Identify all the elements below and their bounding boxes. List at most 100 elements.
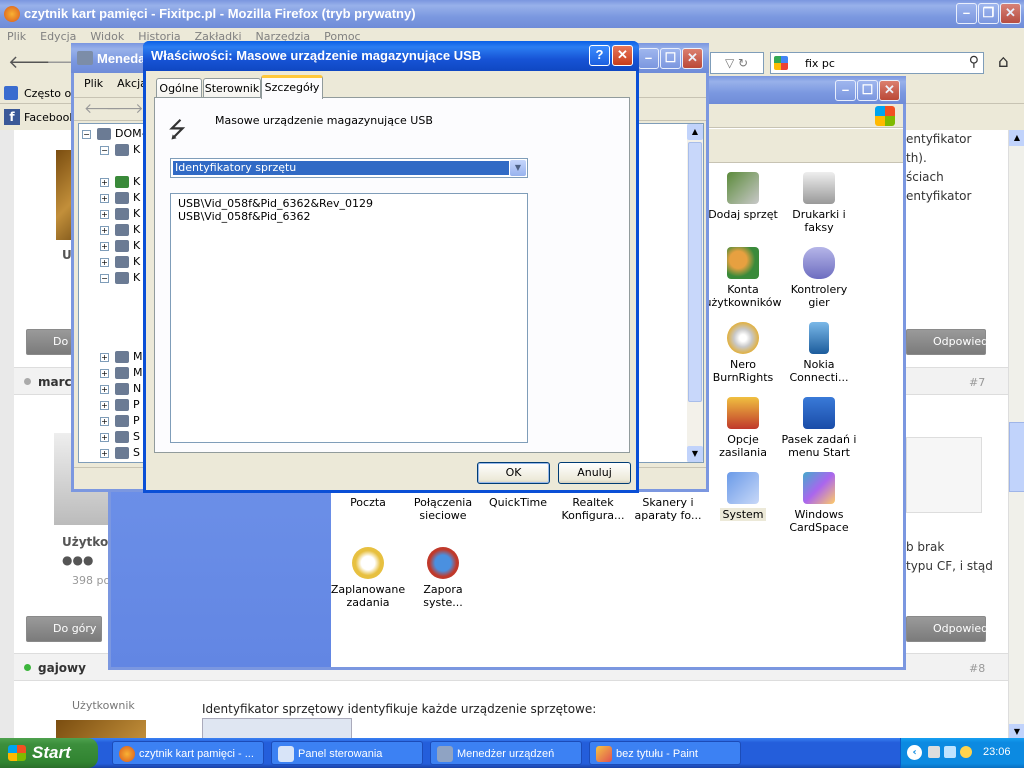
post8-user[interactable]: gajowy xyxy=(38,661,86,675)
cp-item-system[interactable]: System xyxy=(704,472,782,521)
tree-item[interactable]: + M xyxy=(100,350,143,363)
cp-item-nero[interactable]: Nero BurnRights xyxy=(704,322,782,384)
cp-item-printers[interactable]: Drukarki i faksy xyxy=(780,172,858,234)
tree-root[interactable]: − DOM- xyxy=(82,127,146,140)
devmgr-menu-file[interactable]: Plik xyxy=(84,77,103,90)
chevron-down-icon[interactable]: ▼ xyxy=(510,160,526,176)
devmgr-close-button[interactable]: ✕ xyxy=(682,48,703,69)
task-controlpanel[interactable]: Panel sterowania xyxy=(271,741,423,765)
bookmark-icon xyxy=(4,86,18,100)
cp-item-user-accounts[interactable]: Konta użytkowników xyxy=(704,247,782,309)
top-button-2[interactable]: Do góry xyxy=(26,616,102,642)
post8-number[interactable]: #8 xyxy=(969,662,985,675)
devmgr-scroll-down-icon[interactable]: ▼ xyxy=(687,446,703,462)
firefox-minimize-button[interactable]: – xyxy=(956,3,977,24)
menu-file[interactable]: Plik xyxy=(7,30,26,43)
cp-item-game-controllers[interactable]: Kontrolery gier xyxy=(780,247,858,309)
top-button-1[interactable]: Do g xyxy=(26,329,72,372)
value-row[interactable]: USB\Vid_058f&Pid_6362 xyxy=(178,210,520,223)
search-box[interactable]: fix pc ⚲ xyxy=(770,52,984,74)
bookmark-facebook[interactable]: Facebook xyxy=(24,111,76,124)
cp-minimize-button[interactable]: – xyxy=(835,80,856,101)
tray-volume-icon[interactable] xyxy=(960,746,972,758)
devmgr-scroll-up-icon[interactable]: ▲ xyxy=(687,124,703,140)
menu-edit[interactable]: Edycja xyxy=(40,30,76,43)
power-icon xyxy=(727,397,759,429)
devmgr-icon xyxy=(437,746,453,762)
property-select[interactable]: Identyfikatory sprzętu ▼ xyxy=(170,158,528,178)
task-firefox[interactable]: czytnik kart pamięci - ... xyxy=(112,741,264,765)
tray-paint-icon[interactable] xyxy=(928,746,940,758)
dialog-titlebar: Właściwości: Masowe urządzenie magazynuj… xyxy=(143,41,639,71)
scroll-up-icon[interactable]: ▲ xyxy=(1009,130,1024,146)
paint-icon xyxy=(596,746,612,762)
tree-item[interactable]: + K xyxy=(100,191,140,204)
windows-logo-icon xyxy=(875,106,895,126)
cancel-button[interactable]: Anuluj xyxy=(558,462,631,484)
cp-item-cardspace[interactable]: Windows CardSpace xyxy=(780,472,858,534)
tab-general[interactable]: Ogólne xyxy=(156,78,202,98)
tree-item[interactable]: + M xyxy=(100,366,143,379)
home-icon[interactable]: ⌂ xyxy=(998,52,1009,72)
cp-item-firewall[interactable]: Zapora syste... xyxy=(404,547,482,609)
task-devicemanager[interactable]: Menedżer urządzeń xyxy=(430,741,582,765)
url-bar-end[interactable]: ▽ ↻ xyxy=(710,52,764,74)
right-text-line: b brak xyxy=(906,540,945,554)
usb-icon: ⭍ xyxy=(168,118,187,143)
tree-item[interactable]: − K xyxy=(100,271,140,284)
post7-number[interactable]: #7 xyxy=(969,376,985,389)
tree-item[interactable]: + P xyxy=(100,414,140,427)
reply-button-2[interactable]: Odpowiedz xyxy=(906,616,994,642)
ok-button[interactable]: OK xyxy=(477,462,550,484)
task-paint[interactable]: bez tytułu - Paint xyxy=(589,741,741,765)
search-input[interactable]: fix pc xyxy=(805,57,835,70)
firefox-close-button[interactable]: ✕ xyxy=(1000,3,1021,24)
tree-item[interactable]: + S xyxy=(100,430,140,443)
tray-expand-icon[interactable]: ‹ xyxy=(907,745,922,760)
cp-close-button[interactable]: ✕ xyxy=(879,80,900,101)
value-row[interactable]: USB\Vid_058f&Pid_6362&Rev_0129 xyxy=(178,197,520,210)
scroll-thumb[interactable] xyxy=(1009,422,1024,492)
devmgr-scroll-thumb[interactable] xyxy=(688,142,702,402)
tree-item[interactable]: + S xyxy=(100,446,140,459)
right-text-line: entyfikator xyxy=(906,189,972,203)
menu-view[interactable]: Widok xyxy=(90,30,124,43)
tray-network-icon[interactable] xyxy=(944,746,956,758)
tree-item[interactable]: + P xyxy=(100,398,140,411)
cp-item-nokia[interactable]: Nokia Connecti... xyxy=(780,322,858,384)
devmgr-scrollbar[interactable]: ▲ ▼ xyxy=(687,124,703,462)
post7-user[interactable]: marc xyxy=(38,375,72,389)
tree-item[interactable]: + K xyxy=(100,207,140,220)
cp-item-scheduled-tasks[interactable]: Zaplanowane zadania xyxy=(329,547,407,609)
tab-details[interactable]: Szczegóły xyxy=(261,75,323,99)
tab-driver[interactable]: Sterownik xyxy=(203,78,261,98)
page-scrollbar[interactable]: ▲ ▼ xyxy=(1008,130,1024,740)
firefox-restore-button[interactable]: ❐ xyxy=(978,3,999,24)
cp-item-power[interactable]: Opcje zasilania xyxy=(704,397,782,459)
devmgr-forward-icon[interactable]: 🡒 xyxy=(106,100,144,117)
devmgr-maximize-button[interactable]: ☐ xyxy=(660,48,681,69)
usb-icon xyxy=(115,272,129,284)
tree-item[interactable]: + K xyxy=(100,239,140,252)
values-list[interactable]: USB\Vid_058f&Pid_6362&Rev_0129 USB\Vid_0… xyxy=(170,193,528,443)
dialog-close-button[interactable]: ✕ xyxy=(612,45,633,66)
start-button[interactable]: Start xyxy=(0,738,98,768)
cp-item-add-hardware[interactable]: Dodaj sprzęt xyxy=(704,172,782,221)
devmgr-minimize-button[interactable]: – xyxy=(638,48,659,69)
tree-item[interactable]: + K xyxy=(100,223,140,236)
tree-item[interactable]: + K xyxy=(100,255,140,268)
right-text-line: entyfikator xyxy=(906,132,972,146)
cp-item-taskbar[interactable]: Pasek zadań i menu Start xyxy=(780,397,858,459)
taskbar-icon xyxy=(803,397,835,429)
tree-item[interactable]: + N xyxy=(100,382,141,395)
start-label: Start xyxy=(32,743,71,762)
tree-item[interactable]: − K xyxy=(100,143,140,156)
cp-maximize-button[interactable]: ☐ xyxy=(857,80,878,101)
device-icon xyxy=(115,415,129,427)
clock: 23:06 xyxy=(983,746,1011,758)
phone-icon xyxy=(809,322,829,354)
reply-button-1[interactable]: Odpowiedz xyxy=(906,329,994,355)
help-button[interactable]: ? xyxy=(589,45,610,66)
search-icon[interactable]: ⚲ xyxy=(969,54,979,70)
tree-item[interactable]: + K xyxy=(100,175,140,188)
